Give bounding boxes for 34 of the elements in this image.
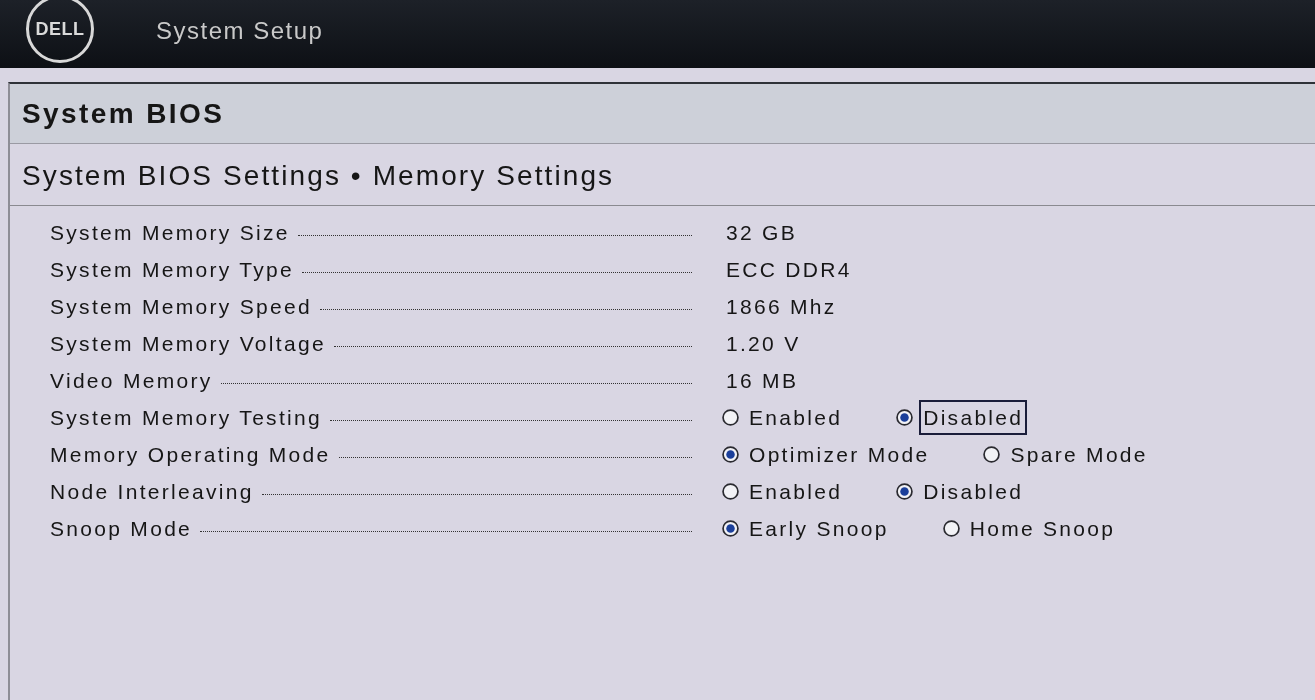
page-title: System BIOS	[10, 84, 1315, 144]
logo: DELL	[26, 0, 94, 63]
setting-label: System Memory Type	[50, 256, 295, 283]
section-title: System BIOS Settings • Memory Settings	[10, 144, 1315, 206]
radio-option[interactable]: Home Snoop	[965, 510, 1120, 547]
setting-label: Video Memory	[50, 367, 213, 394]
radio-icon[interactable]	[722, 520, 739, 537]
setting-value: 16 MB	[725, 367, 800, 394]
setting-value: 1866 Mhz	[725, 293, 838, 320]
setting-label: System Memory Voltage	[50, 330, 326, 357]
setting-value: ECC DDR4	[725, 256, 853, 283]
radio-option[interactable]: Disabled	[919, 399, 1028, 436]
radio-option[interactable]: Optimizer Mode	[745, 436, 934, 473]
setting-label: Node Interleaving	[50, 478, 254, 505]
setting-label: Snoop Mode	[50, 515, 193, 542]
setting-label: Memory Operating Mode	[50, 441, 331, 468]
radio-option[interactable]: Spare Mode	[1006, 436, 1152, 473]
radio-icon[interactable]	[983, 446, 1001, 463]
window-title: System Setup	[156, 16, 324, 46]
radio-icon[interactable]	[722, 409, 739, 426]
radio-icon[interactable]	[896, 409, 914, 426]
setting-value: 32 GB	[725, 219, 799, 246]
radio-option[interactable]: Enabled	[745, 473, 847, 510]
radio-option[interactable]: Early Snoop	[745, 510, 893, 547]
radio-option[interactable]: Enabled	[745, 399, 847, 436]
radio-option[interactable]: Disabled	[919, 473, 1028, 510]
setting-value: 1.20 V	[725, 330, 802, 357]
radio-icon[interactable]	[722, 483, 739, 500]
radio-icon[interactable]	[896, 483, 914, 500]
setting-label: System Memory Speed	[50, 293, 312, 320]
setting-label: System Memory Testing	[50, 404, 322, 431]
setting-label: System Memory Size	[50, 219, 290, 246]
radio-icon[interactable]	[722, 446, 739, 463]
radio-icon[interactable]	[942, 520, 960, 537]
